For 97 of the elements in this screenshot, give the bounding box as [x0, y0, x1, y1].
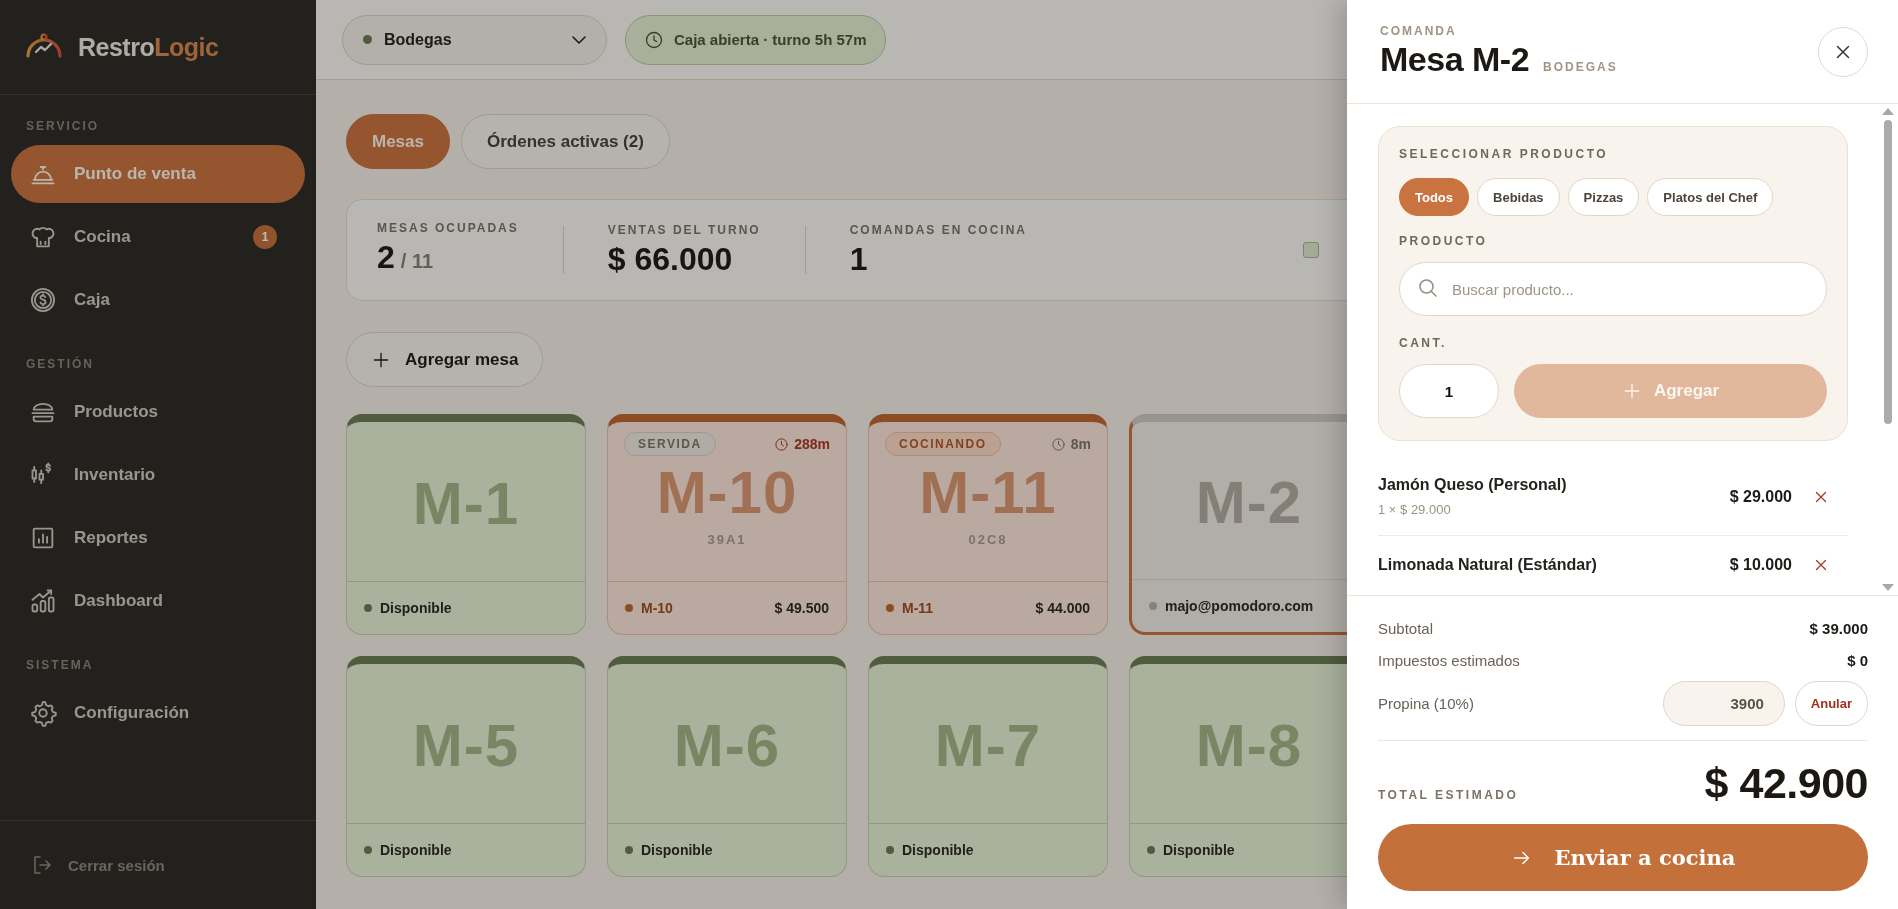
table-name: M-1	[412, 470, 520, 537]
nav-item[interactable]: Reportes	[11, 509, 305, 567]
nav-item[interactable]: Configuración	[11, 684, 305, 742]
shift-status: Caja abierta · turno 5h 57m	[625, 14, 886, 65]
tip-field[interactable]: 3900	[1662, 680, 1785, 726]
status-dot	[1149, 602, 1157, 610]
status-dot	[364, 604, 372, 612]
field-label: PRODUCTO	[1399, 234, 1489, 248]
stat-value: 1	[849, 240, 868, 277]
panel-eyebrow: COMANDA	[1380, 24, 1458, 38]
nav-item[interactable]: Productos	[11, 383, 305, 441]
search-icon	[1419, 279, 1437, 297]
send-to-kitchen-button[interactable]: Enviar a cocina	[1378, 824, 1868, 891]
table-name: M-10	[656, 460, 798, 526]
category-chip[interactable]: Bebidas	[1477, 178, 1560, 216]
stat-value: 2	[377, 238, 395, 275]
growth-chart-icon	[29, 587, 57, 615]
stat-label: VENTAS DEL TURNO	[607, 222, 761, 237]
status-dot	[625, 846, 633, 854]
section-label: SERVICIO	[26, 119, 101, 133]
clock-icon	[644, 29, 664, 50]
stat-value: $ 66.000	[607, 240, 733, 277]
total-label: TOTAL ESTIMADO	[1378, 788, 1519, 804]
item-detail: 1 × $ 29.000	[1378, 502, 1452, 517]
table-status: Disponible	[380, 842, 452, 858]
order-code: 02C8	[968, 532, 1008, 547]
cancel-tip-button[interactable]: Anular	[1794, 680, 1868, 726]
section-label: SELECCIONAR PRODUCTO	[1399, 147, 1610, 161]
add-table-button[interactable]: Agregar mesa	[346, 332, 544, 387]
clock-icon	[1050, 436, 1066, 452]
table-card[interactable]: M-7 Disponible	[868, 656, 1108, 877]
gear-icon	[29, 699, 57, 727]
clock-icon	[774, 436, 790, 452]
table-card[interactable]: SERVIDA 288m M-10 39A1 M-10 $ 49.500	[607, 414, 847, 635]
view-tab[interactable]: Órdenes activas (2)	[461, 114, 670, 169]
table-name: M-7	[934, 712, 1042, 779]
product-search-field[interactable]: Buscar producto...	[1399, 262, 1827, 316]
item-name: Limonada Natural (Estándar)	[1378, 556, 1597, 574]
total-value: $ 42.900	[1704, 759, 1868, 808]
status-dot	[1147, 846, 1155, 854]
nav-item[interactable]: Cocina 1	[11, 208, 305, 266]
brand-name: RestroLogic	[78, 32, 219, 62]
location-select[interactable]: Bodegas	[342, 14, 607, 65]
field-label: CANT.	[1399, 336, 1448, 350]
elapsed-time: 8m	[1050, 436, 1091, 452]
order-amount: $ 49.500	[774, 600, 829, 616]
nav-item[interactable]: Caja	[11, 271, 305, 329]
table-name: M-5	[412, 712, 520, 779]
item-price: $ 29.000	[1729, 487, 1792, 506]
order-code: 39A1	[707, 532, 747, 547]
table-status: Disponible	[380, 600, 452, 616]
panel-subtitle: BODEGAS	[1543, 60, 1618, 74]
table-name: M-11	[919, 460, 1057, 526]
category-chip[interactable]: Platos del Chef	[1647, 178, 1774, 216]
status-dot	[364, 846, 372, 854]
table-name: M-8	[1195, 712, 1303, 779]
table-card[interactable]: COCINANDO 8m M-11 02C8 M-11 $ 44.000	[868, 414, 1108, 635]
summary-value: $ 39.000	[1809, 619, 1868, 637]
status-badge: SERVIDA	[624, 432, 716, 456]
table-status: majo@pomodoro.com	[1165, 598, 1314, 614]
nav-item[interactable]: Inventario	[11, 446, 305, 504]
summary-label: Subtotal	[1378, 619, 1434, 637]
elapsed-time: 288m	[774, 436, 830, 452]
stat-label: COMANDAS EN COCINA	[849, 222, 1028, 237]
order-amount: $ 44.000	[1035, 600, 1090, 616]
panel-title: Mesa M-2	[1380, 40, 1530, 79]
status-badge: COCINANDO	[885, 432, 1001, 456]
table-status: Disponible	[902, 842, 974, 858]
scrollbar[interactable]	[1881, 108, 1895, 591]
table-status: Disponible	[641, 842, 713, 858]
status-dot	[625, 604, 633, 612]
table-status: Disponible	[1163, 842, 1235, 858]
nav-item[interactable]: Dashboard	[11, 572, 305, 630]
dollar-coin-icon	[29, 286, 57, 314]
summary-label: Impuestos estimados	[1378, 651, 1520, 669]
table-card[interactable]: M-5 Disponible	[346, 656, 586, 877]
table-card[interactable]: M-6 Disponible	[607, 656, 847, 877]
status-dot	[886, 604, 894, 612]
table-card[interactable]: M-1 Disponible	[346, 414, 586, 635]
item-name: Jamón Queso (Personal)	[1378, 476, 1567, 494]
summary-label: Propina (10%)	[1378, 694, 1474, 712]
table-name: M-6	[673, 712, 781, 779]
section-label: SISTEMA	[26, 658, 95, 672]
status-dot	[363, 35, 372, 44]
chevron-down-icon	[572, 35, 586, 44]
count-badge: 1	[253, 225, 277, 249]
stat-label: MESAS OCUPADAS	[377, 220, 519, 235]
stat-total: / 11	[400, 249, 434, 272]
category-chip[interactable]: Pizzas	[1567, 178, 1640, 216]
item-price: $ 10.000	[1729, 556, 1792, 574]
quantity-field[interactable]: 1	[1399, 364, 1499, 418]
status-dot	[886, 846, 894, 854]
section-label: GESTIÓN	[26, 357, 95, 371]
summary-value: $ 0	[1847, 651, 1868, 669]
table-status: M-11	[902, 600, 934, 616]
legend-swatch	[1303, 242, 1319, 258]
table-status: M-10	[641, 600, 673, 616]
